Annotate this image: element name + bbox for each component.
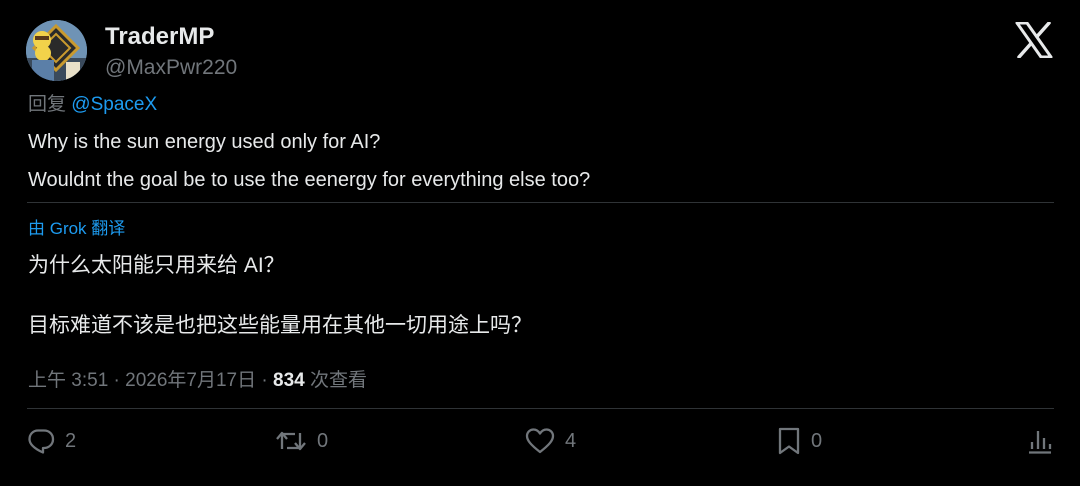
repost-count: 0: [317, 430, 329, 452]
analytics-icon: [1029, 431, 1052, 454]
bookmark-count: 0: [811, 430, 823, 452]
like-icon: [525, 428, 555, 454]
tweet-text-line-1: Why is the sun energy used only for AI?: [28, 131, 381, 153]
meta-separator: ·: [113, 370, 120, 391]
tweet-date[interactable]: 2026年7月17日: [125, 370, 256, 391]
divider: [27, 408, 1054, 409]
bookmark-icon: [778, 427, 800, 455]
tweet-meta: 上午 3:51 · 2026年7月17日 · 834 次查看: [28, 369, 367, 393]
avatar[interactable]: [26, 20, 87, 81]
translation-line-1: 为什么太阳能只用来给 AI？: [28, 254, 285, 277]
reply-icon: [28, 429, 55, 454]
reply-context: 回复 @SpaceX: [28, 93, 157, 117]
repost-button[interactable]: 0: [275, 425, 328, 457]
bookmark-button[interactable]: 0: [777, 425, 822, 457]
repost-icon: [276, 431, 306, 451]
author-handle[interactable]: @MaxPwr220: [105, 55, 237, 81]
reply-button[interactable]: 2: [27, 425, 76, 457]
reply-count: 2: [65, 430, 77, 452]
reply-prefix: 回复: [28, 94, 67, 115]
avatar-image: [26, 20, 87, 81]
tweet-time[interactable]: 上午 3:51: [28, 370, 108, 391]
views-label: 次查看: [310, 370, 368, 391]
like-count: 4: [565, 430, 577, 452]
views-count: 834: [273, 370, 305, 391]
like-button[interactable]: 4: [525, 425, 576, 457]
analytics-button[interactable]: [1027, 425, 1053, 457]
divider: [27, 202, 1054, 203]
x-logo-icon: [1015, 21, 1053, 59]
tweet-text-line-2: Wouldnt the goal be to use the eenergy f…: [28, 169, 591, 191]
translation-line-2: 目标难道不该是也把这些能量用在其他一切用途上吗？: [28, 314, 532, 337]
grok-translation-label[interactable]: 由 Grok 翻译: [28, 218, 125, 240]
meta-separator: ·: [261, 370, 268, 391]
author-display-name[interactable]: TraderMP: [105, 23, 214, 51]
reply-mention-link[interactable]: @SpaceX: [71, 94, 157, 115]
